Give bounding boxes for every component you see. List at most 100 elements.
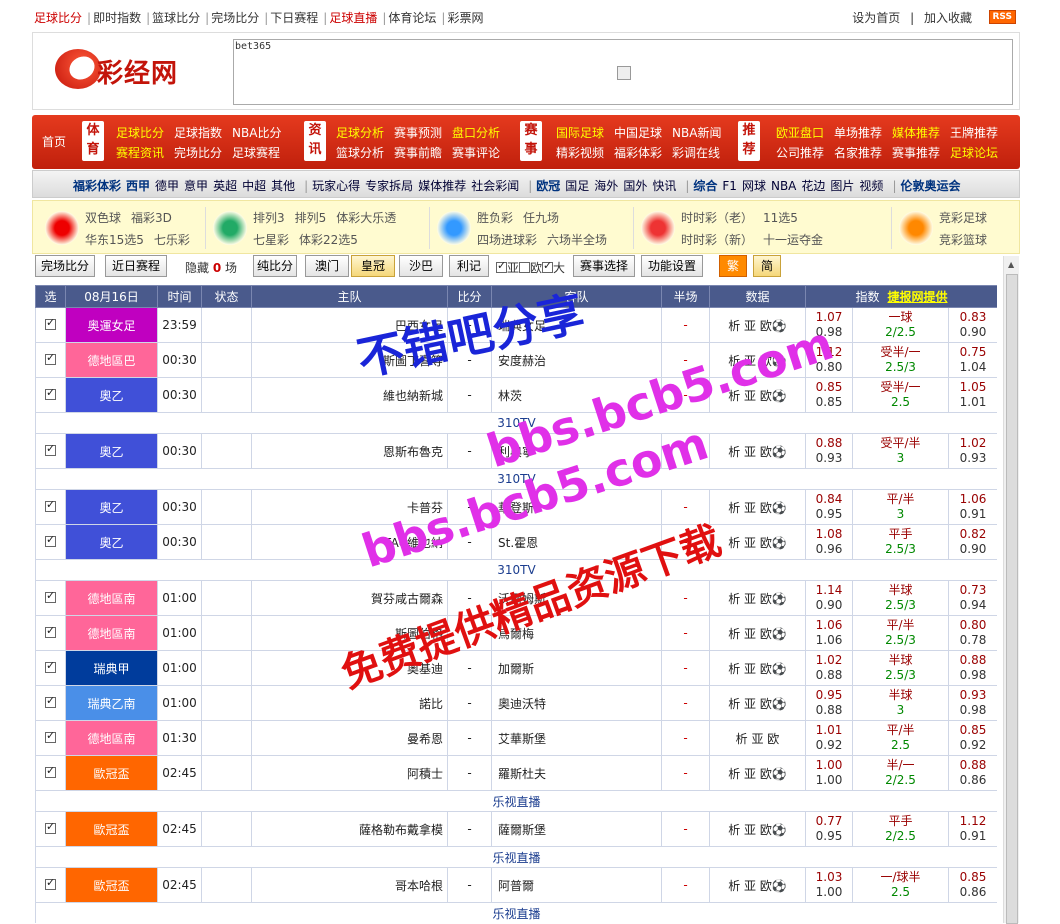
top-link-7[interactable]: 彩票网 — [447, 11, 483, 25]
select-checkbox[interactable] — [45, 498, 56, 512]
nav-link[interactable]: 福彩体彩 — [614, 146, 662, 160]
lottery-link[interactable]: 排列5 — [295, 211, 327, 225]
league-cell[interactable]: 歐冠盃 — [65, 867, 158, 903]
nav-link[interactable]: 欧亚盘口 — [776, 126, 824, 140]
away-team[interactable]: 奧迪沃特 — [491, 685, 662, 721]
select-checkbox[interactable] — [45, 659, 56, 673]
sub-nav-item[interactable]: 欧冠 — [536, 179, 560, 193]
sub-nav-item[interactable]: 图片 — [830, 179, 854, 193]
select-checkbox[interactable] — [45, 729, 56, 743]
home-team[interactable]: 曼希恩 — [251, 720, 448, 756]
nav-category-3[interactable]: 推荐 — [738, 121, 760, 161]
da-checkbox[interactable] — [542, 259, 554, 273]
nav-link[interactable]: 精彩视频 — [556, 146, 604, 160]
sub-nav-item[interactable]: F1 — [722, 179, 737, 193]
sub-nav-item[interactable]: 德甲 — [155, 179, 179, 193]
league-cell[interactable]: 奥運女足 — [65, 307, 158, 343]
league-cell[interactable]: 德地區南 — [65, 615, 158, 651]
nav-link[interactable]: 足球比分 — [116, 126, 164, 140]
sub-nav-item[interactable]: 花边 — [801, 179, 825, 193]
data-links[interactable]: 析 亚 欧⚽ — [709, 615, 806, 651]
tv-label[interactable]: 310TV — [35, 559, 997, 581]
tv-label[interactable]: 乐视直播 — [35, 790, 997, 812]
site-logo[interactable]: 彩经网 — [55, 47, 195, 91]
away-team[interactable]: 瑞典女足 — [491, 307, 662, 343]
top-link-6[interactable]: 体育论坛 — [388, 11, 436, 25]
nav-link[interactable]: 赛事前瞻 — [394, 146, 442, 160]
sub-nav-item[interactable]: 福彩体彩 — [73, 179, 121, 193]
lottery-link[interactable]: 胜负彩 — [477, 211, 513, 225]
sub-nav-item[interactable]: 其他 — [271, 179, 295, 193]
data-links[interactable]: 析 亚 欧⚽ — [709, 685, 806, 721]
away-team[interactable]: 華登斯 — [491, 489, 662, 525]
data-links[interactable]: 析 亚 欧⚽ — [709, 342, 806, 378]
data-links[interactable]: 析 亚 欧⚽ — [709, 433, 806, 469]
lottery-link[interactable]: 华东15选5 — [85, 233, 144, 247]
nav-link[interactable]: 单场推荐 — [834, 126, 882, 140]
sub-nav-item[interactable]: 专家拆局 — [365, 179, 413, 193]
nav-link[interactable]: 中国足球 — [614, 126, 662, 140]
pure-score-button[interactable]: 纯比分 — [253, 255, 297, 277]
home-team[interactable]: 巴西女足 — [251, 307, 448, 343]
tv-label[interactable]: 310TV — [35, 412, 997, 434]
top-link-2[interactable]: 篮球比分 — [152, 11, 200, 25]
home-team[interactable]: 賀芬咸古爾森 — [251, 580, 448, 616]
liji-button[interactable]: 利记 — [449, 255, 489, 277]
data-links[interactable]: 析 亚 欧⚽ — [709, 307, 806, 343]
sub-nav-item[interactable]: 国外 — [623, 179, 647, 193]
nav-link[interactable]: 赛事推荐 — [892, 146, 940, 160]
scroll-thumb[interactable] — [1006, 274, 1018, 924]
league-cell[interactable]: 瑞典甲 — [65, 650, 158, 686]
sub-nav-item[interactable]: 玩家心得 — [312, 179, 360, 193]
lottery-link[interactable]: 时时彩（新） — [681, 233, 753, 247]
top-link-4[interactable]: 下日赛程 — [270, 11, 318, 25]
select-checkbox[interactable] — [45, 442, 56, 456]
league-cell[interactable]: 瑞典乙南 — [65, 685, 158, 721]
away-team[interactable]: 薩爾斯堡 — [491, 811, 662, 847]
sub-nav-item[interactable]: 英超 — [213, 179, 237, 193]
nav-link[interactable]: 公司推荐 — [776, 146, 824, 160]
nav-link[interactable]: NBA新闻 — [672, 126, 721, 140]
home-team[interactable]: 哥本哈根 — [251, 867, 448, 903]
away-team[interactable]: 安度赫治 — [491, 342, 662, 378]
lottery-link[interactable]: 11选5 — [763, 211, 798, 225]
nav-link[interactable]: 足球论坛 — [950, 146, 998, 160]
sub-nav-item[interactable]: 社会彩闻 — [471, 179, 519, 193]
nav-link[interactable]: 盘口分析 — [452, 126, 500, 140]
page-scrollbar[interactable]: ▲ — [1003, 256, 1019, 924]
lottery-link[interactable]: 体彩大乐透 — [336, 211, 396, 225]
away-team[interactable]: 加爾斯 — [491, 650, 662, 686]
sub-nav-item[interactable]: 媒体推荐 — [418, 179, 466, 193]
select-checkbox[interactable] — [45, 386, 56, 400]
select-checkbox[interactable] — [45, 351, 56, 365]
away-team[interactable]: 沃爾姆斯 — [491, 580, 662, 616]
league-cell[interactable]: 奧乙 — [65, 433, 158, 469]
select-checkbox[interactable] — [45, 764, 56, 778]
select-checkbox[interactable] — [45, 624, 56, 638]
nav-category-2[interactable]: 赛事 — [520, 121, 542, 161]
away-team[interactable]: 林茨 — [491, 377, 662, 413]
lottery-link[interactable]: 排列3 — [253, 211, 285, 225]
sub-nav-item[interactable]: 海外 — [594, 179, 618, 193]
data-links[interactable]: 析 亚 欧⚽ — [709, 580, 806, 616]
nav-link[interactable]: NBA比分 — [232, 126, 281, 140]
nav-link[interactable]: 彩调在线 — [672, 146, 720, 160]
lottery-link[interactable]: 六场半全场 — [547, 233, 607, 247]
league-cell[interactable]: 歐冠盃 — [65, 811, 158, 847]
league-cell[interactable]: 歐冠盃 — [65, 755, 158, 791]
data-links[interactable]: 析 亚 欧⚽ — [709, 867, 806, 903]
provider-link[interactable]: 捷报网提供 — [888, 290, 948, 304]
league-cell[interactable]: 奧乙 — [65, 524, 158, 560]
shaba-button[interactable]: 沙巴 — [399, 255, 443, 277]
sub-nav-item[interactable]: 西甲 — [126, 179, 150, 193]
nav-link[interactable]: 王牌推荐 — [950, 126, 998, 140]
nav-link[interactable]: 赛程资讯 — [116, 146, 164, 160]
lottery-link[interactable]: 任九场 — [523, 211, 559, 225]
lottery-link[interactable]: 竞彩篮球 — [939, 233, 987, 247]
home-team[interactable]: 恩斯布魯克 — [251, 433, 448, 469]
lottery-link[interactable]: 双色球 — [85, 211, 121, 225]
lottery-link[interactable]: 竞彩足球 — [939, 211, 987, 225]
top-link-5[interactable]: 足球直播 — [329, 11, 377, 25]
settings-button[interactable]: 功能设置 — [641, 255, 703, 277]
nav-link[interactable]: 名家推荐 — [834, 146, 882, 160]
